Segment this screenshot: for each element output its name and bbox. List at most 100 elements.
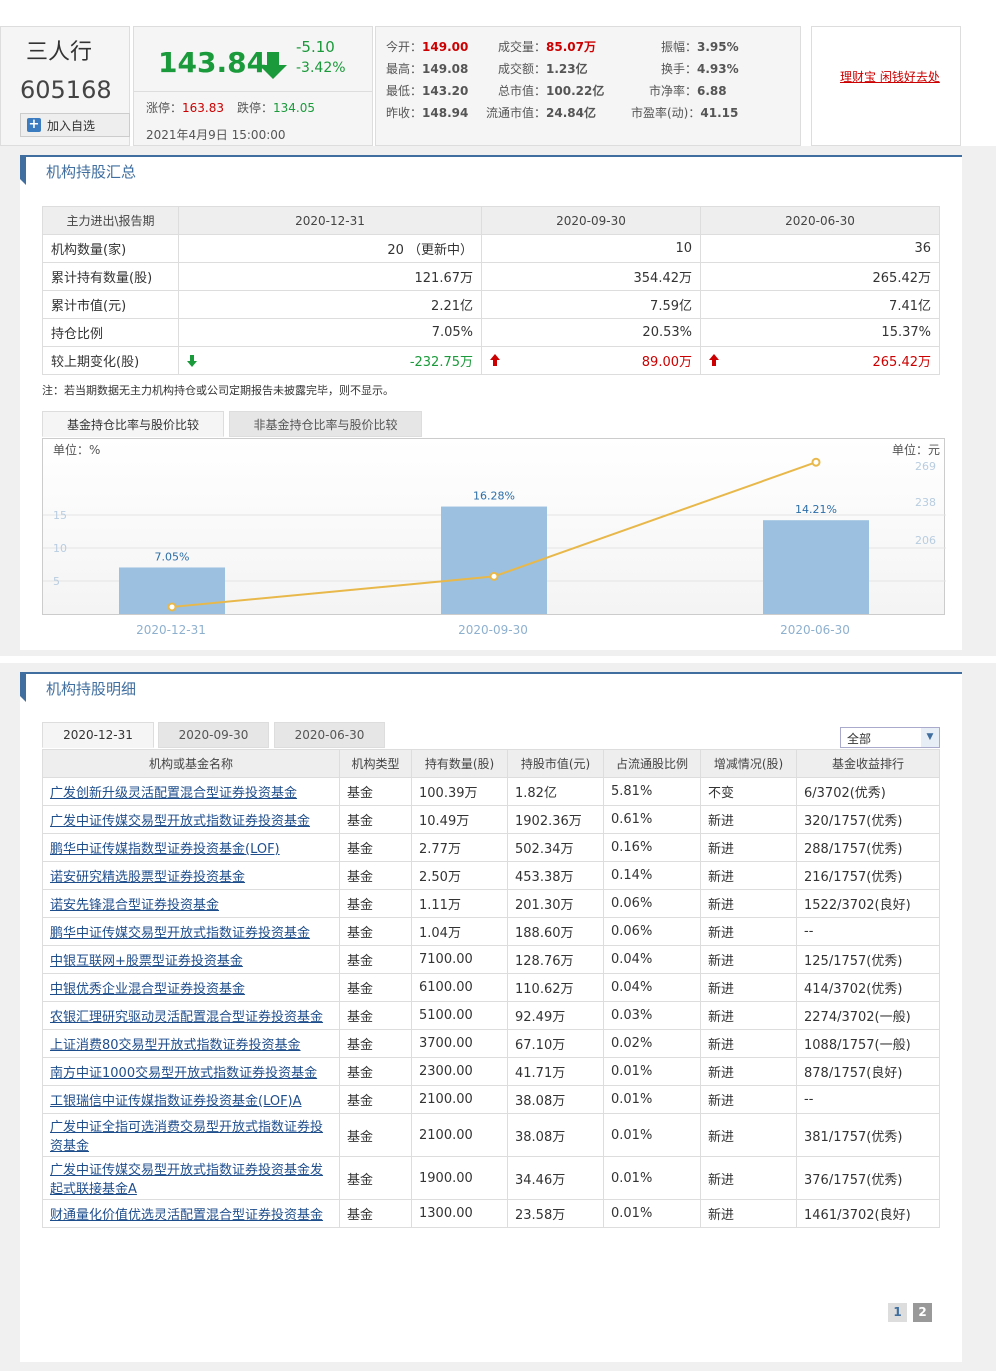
table-cell: 不变 [700,777,797,806]
ad-link[interactable]: 理财宝 闲钱好去处 [840,68,940,85]
table-cell: 南方中证1000交易型开放式指数证券投资基金 [42,1057,340,1086]
panel-corner-icon [20,155,26,185]
table-cell: 1300.00 [411,1199,508,1228]
table-cell: 6/3702(优秀) [796,777,940,806]
left-unit-label: 单位：% [53,442,100,457]
table-cell: 新进 [700,1156,797,1200]
chevron-down-icon: ▼ [921,728,939,747]
summary-header: 2020-06-30 [700,206,940,235]
fund-link[interactable]: 中银优秀企业混合型证券投资基金 [50,982,245,997]
table-cell: 诺安研究精选股票型证券投资基金 [42,861,340,890]
table-row: 广发中证传媒交易型开放式指数证券投资基金发起式联接基金A 基金 1900.00 34.… [42,1156,940,1200]
table-cell: 新进 [700,1029,797,1058]
type-filter-select[interactable]: 全部 ▼ [840,727,940,748]
fund-link[interactable]: 工银瑞信中证传媒指数证券投资基金(LOF)A [50,1094,302,1109]
summary-table: 主力进出\报告期 2020-12-31 2020-09-30 2020-06-3… [42,206,940,375]
table-cell: 320/1757(优秀) [796,805,940,834]
table-cell: 3700.00 [411,1029,508,1058]
summary-title: 机构持股汇总 [46,163,137,181]
summary-row: 累计持有数量(股) 121.67万 354.42万 265.42万 [42,262,940,291]
table-row: 上证消费80交易型开放式指数证券投资基金 基金 3700.00 67.10万 0.02%… [42,1029,940,1058]
table-cell: 1522/3702(良好) [796,889,940,918]
table-cell: 201.30万 [507,889,604,918]
table-cell: 1.82亿 [507,777,604,806]
table-cell: 878/1757(良好) [796,1057,940,1086]
fund-link[interactable]: 广发中证全指可选消费交易型开放式指数证券投资基金 [50,1120,323,1154]
table-cell: 381/1757(优秀) [796,1113,940,1157]
fund-link[interactable]: 广发中证传媒交易型开放式指数证券投资基金发起式联接基金A [50,1163,323,1197]
stat-turnover-rate: 换手：4.93% [661,62,739,76]
chart-bar [763,520,869,614]
table-cell: 新进 [700,917,797,946]
tab-period-1[interactable]: 2020-12-31 [42,722,154,748]
fund-link[interactable]: 中银互联网+股票型证券投资基金 [50,954,243,969]
tab-period-3[interactable]: 2020-06-30 [274,722,385,748]
stat-high: 最高：149.08 [386,62,469,76]
stat-volume: 成交量：85.07万 [498,40,596,54]
table-cell: 5100.00 [411,1001,508,1030]
table-cell: 基金 [339,973,412,1002]
panel-corner-icon [20,672,26,702]
table-cell: 基金 [339,889,412,918]
tab-fund-ratio[interactable]: 基金持仓比率与股价比较 [42,411,224,437]
fund-link[interactable]: 财通量化价值优选灵活配置混合型证券投资基金 [50,1208,323,1223]
table-row: 中银优秀企业混合型证券投资基金 基金 6100.00 110.62万 0.04% 新进 41… [42,973,940,1002]
table-cell: 0.14% [603,861,701,890]
table-cell: 288/1757(优秀) [796,833,940,862]
fund-link[interactable]: 广发中证传媒交易型开放式指数证券投资基金 [50,814,310,829]
summary-row: 累计市值(元) 2.21亿 7.59亿 7.41亿 [42,290,940,319]
fund-link[interactable]: 鹏华中证传媒指数型证券投资基金(LOF) [50,842,280,857]
table-cell: 0.02% [603,1029,701,1058]
table-cell: 128.76万 [507,945,604,974]
table-cell: 新进 [700,1085,797,1114]
fund-link[interactable]: 广发创新升级灵活配置混合型证券投资基金 [50,786,297,801]
table-cell: 0.04% [603,973,701,1002]
page-2[interactable]: 2 [913,1303,932,1322]
table-row: 广发中证全指可选消费交易型开放式指数证券投资基金 基金 2100.00 38.08万 0… [42,1113,940,1157]
table-cell: 7100.00 [411,945,508,974]
table-cell: 新进 [700,945,797,974]
fund-link[interactable]: 农银汇理研究驱动灵活配置混合型证券投资基金 [50,1010,323,1025]
fund-link[interactable]: 上证消费80交易型开放式指数证券投资基金 [50,1038,301,1053]
stat-turnover: 成交额：1.23亿 [498,62,588,76]
table-row: 诺安研究精选股票型证券投资基金 基金 2.50万 453.38万 0.14% 新进 216/… [42,861,940,890]
left-tick-label: 10 [53,542,67,555]
table-cell: 新进 [700,861,797,890]
table-cell: 新进 [700,1113,797,1157]
summary-note: 注：若当期数据无主力机构持仓或公司定期报告未披露完毕，则不显示。 [42,384,394,397]
table-cell: 中银互联网+股票型证券投资基金 [42,945,340,974]
page-1[interactable]: 1 [888,1303,907,1322]
table-cell: 基金 [339,1085,412,1114]
table-cell: -- [796,917,940,946]
fund-link[interactable]: 南方中证1000交易型开放式指数证券投资基金 [50,1066,317,1081]
fund-link[interactable]: 鹏华中证传媒交易型开放式指数证券投资基金 [50,926,310,941]
add-watchlist-button[interactable]: + 加入自选 [20,113,130,137]
tab-period-2[interactable]: 2020-09-30 [158,722,269,748]
table-cell: 财通量化价值优选灵活配置混合型证券投资基金 [42,1199,340,1228]
arrow-down-icon [259,52,287,79]
bar-value-label: 16.28% [473,490,515,503]
table-cell: 新进 [700,1199,797,1228]
tab-nonfund-ratio[interactable]: 非基金持仓比率与股价比较 [229,411,422,437]
table-cell: 农银汇理研究驱动灵活配置混合型证券投资基金 [42,1001,340,1030]
table-cell: 0.06% [603,917,701,946]
table-cell: 0.06% [603,889,701,918]
table-cell: 新进 [700,1057,797,1086]
table-cell: 92.49万 [507,1001,604,1030]
table-cell: 0.16% [603,833,701,862]
table-cell: 1.04万 [411,917,508,946]
left-tick-label: 5 [53,575,60,588]
fund-link[interactable]: 诺安先锋混合型证券投资基金 [50,898,219,913]
table-cell: 广发中证全指可选消费交易型开放式指数证券投资基金 [42,1113,340,1157]
table-row: 中银互联网+股票型证券投资基金 基金 7100.00 128.76万 0.04% 新进 12… [42,945,940,974]
table-cell: 2100.00 [411,1113,508,1157]
table-cell: 41.71万 [507,1057,604,1086]
holding-chart-svg: 15 10 5 269 238 206 单位：% 单位：元 7.05% 16.28% 14.21% [43,442,946,614]
table-cell: 1.11万 [411,889,508,918]
summary-header: 2020-12-31 [178,206,482,235]
table-cell: 0.01% [603,1156,701,1200]
table-cell: 188.60万 [507,917,604,946]
table-cell: 基金 [339,1156,412,1200]
price-change-pct: -3.42% [296,60,346,76]
fund-link[interactable]: 诺安研究精选股票型证券投资基金 [50,870,245,885]
